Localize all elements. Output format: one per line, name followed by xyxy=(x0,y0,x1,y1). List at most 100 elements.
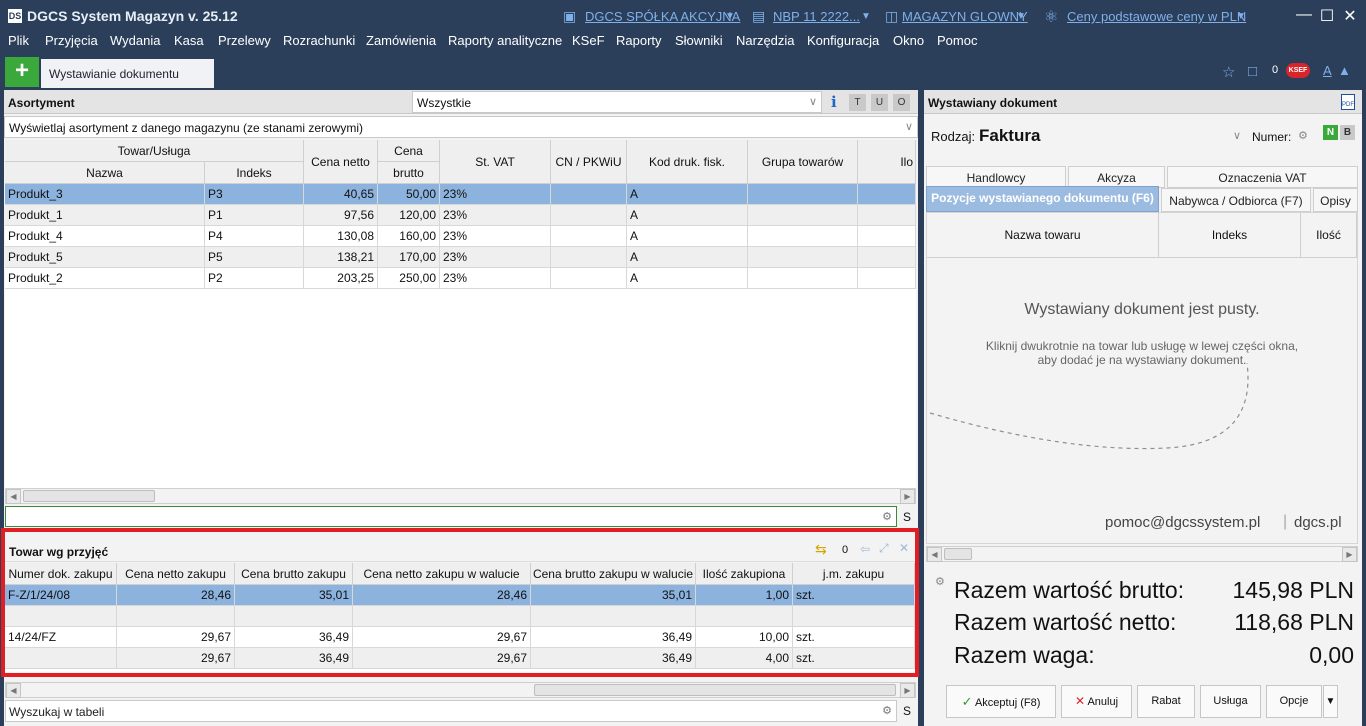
column-header-quantity[interactable]: Ilość xyxy=(1301,213,1357,258)
assortment-scrollbar[interactable]: ◀ ▶ xyxy=(5,488,916,504)
menu-item[interactable]: Słowniki xyxy=(675,33,723,48)
tab-positions[interactable]: Pozycje wystawianego dokumentu (F6) xyxy=(926,186,1159,212)
bank-selector[interactable]: NBP 11 2222... xyxy=(773,9,860,24)
toggle-u[interactable]: U xyxy=(871,94,888,111)
column-header-gross-top[interactable]: Cena xyxy=(378,140,440,162)
discount-button[interactable]: Rabat xyxy=(1137,685,1195,718)
scroll-thumb[interactable] xyxy=(534,684,896,696)
table-row[interactable]: Produkt_2 P2 203,25 250,00 23% A xyxy=(5,268,916,289)
settings-icon[interactable]: ⚙ xyxy=(882,510,892,523)
column-header-gross-bottom[interactable]: brutto xyxy=(378,162,440,184)
column-header-net-currency[interactable]: Cena netto zakupu w walucie xyxy=(353,563,531,585)
assortment-scope-select[interactable]: Wyświetlaj asortyment z danego magazynu … xyxy=(4,116,918,138)
scroll-left-icon[interactable]: ◀ xyxy=(927,547,942,562)
tab-descriptions[interactable]: Opisy xyxy=(1313,188,1358,212)
toggle-o[interactable]: O xyxy=(893,94,910,111)
assortment-filter-select[interactable]: Wszystkie ∨ xyxy=(412,91,822,113)
column-header-name[interactable]: Nazwa xyxy=(5,162,205,184)
chevron-down-icon[interactable]: ▼ xyxy=(1236,11,1246,22)
chevron-down-icon[interactable]: ▼ xyxy=(1016,11,1026,22)
receipts-scrollbar[interactable]: ◀ ▶ xyxy=(5,682,916,698)
table-search-input[interactable]: Wyszukaj w tabeli ⚙ xyxy=(5,700,897,722)
star-icon[interactable]: ☆ xyxy=(1222,63,1235,81)
table-row[interactable]: F-Z/1/24/08 28,46 35,01 28,46 35,01 1,00 szt. xyxy=(5,585,915,606)
column-header-net-price[interactable]: Cena netto zakupu xyxy=(117,563,235,585)
settings-icon[interactable]: ⚙ xyxy=(882,704,892,717)
menu-item[interactable]: Raporty xyxy=(616,33,662,48)
info-icon[interactable]: i xyxy=(831,93,837,111)
font-size-button[interactable]: A xyxy=(1323,63,1332,78)
menu-item[interactable]: Raporty analityczne xyxy=(448,33,562,48)
menu-item[interactable]: Zamówienia xyxy=(366,33,436,48)
column-header-vat[interactable]: St. VAT xyxy=(440,140,551,184)
table-row[interactable]: Produkt_5 P5 138,21 170,00 23% A xyxy=(5,247,916,268)
table-row[interactable] xyxy=(5,606,915,627)
chevron-down-icon[interactable]: ▼ xyxy=(861,11,871,22)
help-site[interactable]: dgcs.pl xyxy=(1294,514,1342,531)
menu-item[interactable]: Narzędzia xyxy=(736,33,795,48)
column-header-unit[interactable]: j.m. zakupu xyxy=(793,563,915,585)
refresh-icon[interactable]: ⇆ xyxy=(815,541,827,558)
menu-item[interactable]: Przelewy xyxy=(218,33,271,48)
menu-item[interactable]: Konfiguracja xyxy=(807,33,879,48)
column-header-qty-bought[interactable]: Ilość zakupiona xyxy=(696,563,793,585)
table-row[interactable]: 14/24/FZ 29,67 36,49 29,67 36,49 10,00 szt. xyxy=(5,627,915,648)
menu-item[interactable]: Przyjęcia xyxy=(45,33,98,48)
ksef-badge[interactable]: KSEF xyxy=(1286,63,1310,78)
chevron-down-icon[interactable]: ▼ xyxy=(725,11,735,22)
menu-item[interactable]: Wydania xyxy=(110,33,160,48)
column-header-doc-number[interactable]: Numer dok. zakupu xyxy=(5,563,117,585)
chevron-down-icon[interactable]: ∨ xyxy=(1233,129,1241,142)
numbering-n-button[interactable]: N xyxy=(1323,125,1338,140)
settings-icon[interactable]: ⚙ xyxy=(1298,129,1308,142)
column-header-index[interactable]: Indeks xyxy=(1159,213,1301,258)
document-type[interactable]: Faktura xyxy=(979,126,1040,146)
scroll-left-icon[interactable]: ◀ xyxy=(6,489,21,504)
scroll-right-icon[interactable]: ▶ xyxy=(900,683,915,698)
close-icon[interactable]: ✕ xyxy=(1340,6,1360,26)
help-email[interactable]: pomoc@dgcssystem.pl xyxy=(1105,514,1260,531)
close-panel-icon[interactable]: ✕ xyxy=(899,541,909,555)
tab-wystawianie[interactable]: Wystawianie dokumentu xyxy=(41,59,214,88)
table-row[interactable]: Produkt_4 P4 130,08 160,00 23% A xyxy=(5,226,916,247)
menu-item[interactable]: Okno xyxy=(893,33,924,48)
scroll-thumb[interactable] xyxy=(944,548,972,560)
menu-item[interactable]: Rozrachunki xyxy=(283,33,355,48)
price-selector[interactable]: Ceny podstawowe ceny w PLN xyxy=(1067,9,1246,24)
new-tab-button[interactable]: + xyxy=(5,57,39,87)
column-header-index[interactable]: Indeks xyxy=(205,162,304,184)
table-row[interactable]: Produkt_1 P1 97,56 120,00 23% A xyxy=(5,205,916,226)
column-header-qty[interactable]: Ilo xyxy=(858,140,916,184)
options-button[interactable]: Opcje xyxy=(1266,685,1322,718)
toggle-t[interactable]: T xyxy=(849,94,866,111)
cancel-button[interactable]: ✕ Anuluj xyxy=(1061,685,1132,718)
search-mode-s[interactable]: S xyxy=(903,704,911,718)
menu-item[interactable]: Plik xyxy=(8,33,29,48)
table-row[interactable]: 29,67 36,49 29,67 36,49 4,00 szt. xyxy=(5,648,915,669)
scroll-thumb[interactable] xyxy=(23,490,155,502)
font-size-icon[interactable]: ▲ xyxy=(1338,63,1351,78)
tab-oznaczenia-vat[interactable]: Oznaczenia VAT xyxy=(1167,166,1358,188)
positions-scrollbar[interactable]: ◀ ▶ xyxy=(926,546,1358,562)
column-header-product-group[interactable]: Grupa towarów xyxy=(748,140,858,184)
column-header-gross-currency[interactable]: Cena brutto zakupu w walucie xyxy=(531,563,696,585)
search-mode-s[interactable]: S xyxy=(903,510,911,524)
minimize-icon[interactable]: — xyxy=(1294,6,1314,24)
pin-icon[interactable]: ⇦ xyxy=(860,542,870,556)
scroll-right-icon[interactable]: ▶ xyxy=(900,489,915,504)
warehouse-selector[interactable]: MAGAZYN GLOWNY xyxy=(902,9,1028,24)
monitor-icon[interactable]: □ xyxy=(1248,63,1257,80)
column-header-gross-price[interactable]: Cena brutto zakupu xyxy=(235,563,353,585)
settings-icon[interactable]: ⚙ xyxy=(935,575,945,588)
tab-handlowcy[interactable]: Handlowcy xyxy=(926,166,1066,188)
column-header-net[interactable]: Cena netto xyxy=(304,140,378,184)
menu-item[interactable]: KSeF xyxy=(572,33,605,48)
column-header-product-name[interactable]: Nazwa towaru xyxy=(927,213,1159,258)
service-button[interactable]: Usługa xyxy=(1200,685,1261,718)
options-dropdown-icon[interactable]: ▼ xyxy=(1323,685,1338,718)
maximize-icon[interactable]: ☐ xyxy=(1317,6,1337,26)
tab-akcyza[interactable]: Akcyza xyxy=(1068,166,1165,188)
pdf-icon[interactable]: PDF xyxy=(1341,94,1355,110)
accept-button[interactable]: ✓ Akceptuj (F8) xyxy=(946,685,1056,718)
expand-icon[interactable]: ⤢ xyxy=(879,541,889,556)
